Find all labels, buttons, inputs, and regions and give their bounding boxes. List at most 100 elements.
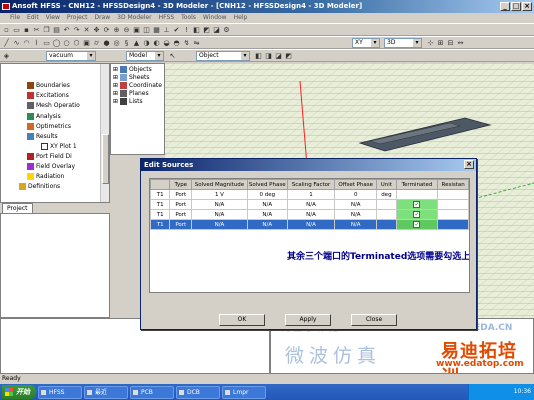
box-icon[interactable]: ▣ [82,39,91,48]
material-select[interactable]: vacuum [46,51,96,61]
taskbar-button-hfss[interactable]: HFSS [38,385,82,399]
tree-item-port-field-display[interactable]: Port Field Di [27,153,72,160]
tab-project[interactable]: Project [2,203,33,213]
select-mode-select[interactable]: Object [196,51,250,61]
grid-icon[interactable]: ▦ [152,26,161,35]
tree-item-analysis[interactable]: Analysis [27,113,61,120]
taskbar-button-lmpr[interactable]: Lmpr [222,385,266,399]
spline-icon[interactable]: ∿ [12,39,21,48]
unite-icon[interactable]: ◑ [142,39,151,48]
terminated-checkbox[interactable]: ✓ [413,221,421,228]
tree-item-boundaries[interactable]: Boundaries [27,82,70,89]
select-icon[interactable]: ↖ [168,52,177,61]
tree-item-xy-plot[interactable]: XY Plot 1 [41,143,77,150]
view-iso-icon[interactable]: ◪ [274,52,283,61]
coordinate-icon[interactable]: ⊹ [426,39,435,48]
cone-icon[interactable]: ▲ [132,39,141,48]
sweep-icon[interactable]: ↯ [182,39,191,48]
view-front-icon[interactable]: ◧ [254,52,263,61]
table-row[interactable]: T1 Port N/A N/A N/A N/A ✓ [150,199,469,210]
tree-item-radiation[interactable]: Radiation [27,173,64,180]
plot-icon[interactable]: ◪ [212,26,221,35]
menu-tools[interactable]: Tools [181,13,196,23]
minimize-button[interactable]: _ [500,2,510,11]
menu-window[interactable]: Window [203,13,227,23]
view-top-icon[interactable]: ◨ [264,52,273,61]
table-row-selected[interactable]: T1 Port N/A N/A N/A N/A ✓ [150,219,469,230]
tree-item-optimetrics[interactable]: Optimetrics [27,123,71,130]
copy-icon[interactable]: ❐ [42,26,51,35]
menu-draw[interactable]: Draw [94,13,110,23]
mode-select[interactable]: Model [126,51,164,61]
validate-icon[interactable]: ✔ [172,26,181,35]
tree-item-coordinate-systems[interactable]: ⊞ Coordinate [113,82,162,89]
regular-polygon-icon[interactable]: ⬡ [72,39,81,48]
view-side-icon[interactable]: ◩ [284,52,293,61]
results-icon[interactable]: ◧ [192,26,201,35]
tree-item-mesh-operations[interactable]: Mesh Operatio [27,102,80,109]
maximize-button[interactable]: □ [511,2,521,11]
fit-all-icon[interactable]: ▣ [132,26,141,35]
tree-item-sheets[interactable]: ⊞ Sheets [113,74,150,81]
tree-item-results[interactable]: Results [27,133,58,140]
tree-item-lists[interactable]: ⊞ Lists [113,98,143,105]
dialog-close-icon[interactable]: × [464,160,474,169]
circle-icon[interactable]: ○ [62,39,71,48]
expand-icon[interactable]: ⊞ [113,98,118,105]
settings-icon[interactable]: ⚙ [222,26,231,35]
apply-button[interactable]: Apply [285,314,331,326]
fit-selection-icon[interactable]: ◫ [142,26,151,35]
menu-view[interactable]: View [46,13,60,23]
tree-item-objects[interactable]: ⊞ Objects [113,66,152,73]
tree-item-excitations[interactable]: Excitations [27,92,69,99]
analyze-icon[interactable]: ! [182,26,191,35]
rotate-icon[interactable]: ⟳ [102,26,111,35]
open-icon[interactable]: ▭ [12,26,21,35]
system-tray-clock[interactable]: 10:36 [468,384,534,400]
axis-icon[interactable]: ⊥ [162,26,171,35]
ok-button[interactable]: OK [219,314,265,326]
split-icon[interactable]: ◓ [172,39,181,48]
taskbar-button-recent[interactable]: 最近 [84,385,128,399]
helix-icon[interactable]: § [122,39,131,48]
cylinder-icon[interactable]: ⌭ [92,39,101,48]
tree-item-definitions[interactable]: Definitions [19,183,60,190]
table-row[interactable]: T1 Port 1 V 0 deg 1 0 deg [150,189,469,200]
paste-icon[interactable]: ▤ [52,26,61,35]
zoom-out-icon[interactable]: ⊖ [122,26,131,35]
taskbar-button-dcb[interactable]: DCB [176,385,220,399]
menu-help[interactable]: Help [234,13,248,23]
mirror-icon[interactable]: ⇋ [192,39,201,48]
save-icon[interactable]: ▪ [22,26,31,35]
tree-item-planes[interactable]: ⊞ Planes [113,90,149,97]
line-icon[interactable]: ╱ [2,39,11,48]
tree-item-field-overlays[interactable]: Field Overlay [27,163,75,170]
close-button[interactable]: Close [351,314,397,326]
polyline-icon[interactable]: ⌇ [32,39,41,48]
menu-edit[interactable]: Edit [27,13,39,23]
face-cs-icon[interactable]: ⊞ [436,39,445,48]
expand-icon[interactable]: ⊞ [113,74,118,81]
plane-select[interactable]: XY [352,38,380,48]
menu-3d-modeler[interactable]: 3D Modeler [117,13,152,23]
scroll-thumb[interactable] [102,134,109,184]
rectangle-icon[interactable]: ▭ [42,39,51,48]
close-window-button[interactable]: × [522,2,532,11]
expand-icon[interactable]: ⊞ [113,66,118,73]
object-cs-icon[interactable]: ⊟ [446,39,455,48]
expand-icon[interactable]: ⊞ [113,82,118,89]
zoom-in-icon[interactable]: ⊕ [112,26,121,35]
arc-icon[interactable]: ◠ [22,39,31,48]
pan-icon[interactable]: ✥ [92,26,101,35]
project-tree-scrollbar[interactable] [100,64,109,202]
menu-file[interactable]: File [10,13,20,23]
start-button[interactable]: 开始 [2,385,36,399]
taskbar-button-pcb[interactable]: PCB [130,385,174,399]
undo-icon[interactable]: ↶ [62,26,71,35]
terminated-checkbox[interactable]: ✓ [413,211,421,218]
menu-project[interactable]: Project [67,13,88,23]
intersect-icon[interactable]: ◒ [162,39,171,48]
delete-icon[interactable]: ✕ [82,26,91,35]
expand-icon[interactable]: ⊞ [113,90,118,97]
ellipse-icon[interactable]: ◯ [52,39,61,48]
